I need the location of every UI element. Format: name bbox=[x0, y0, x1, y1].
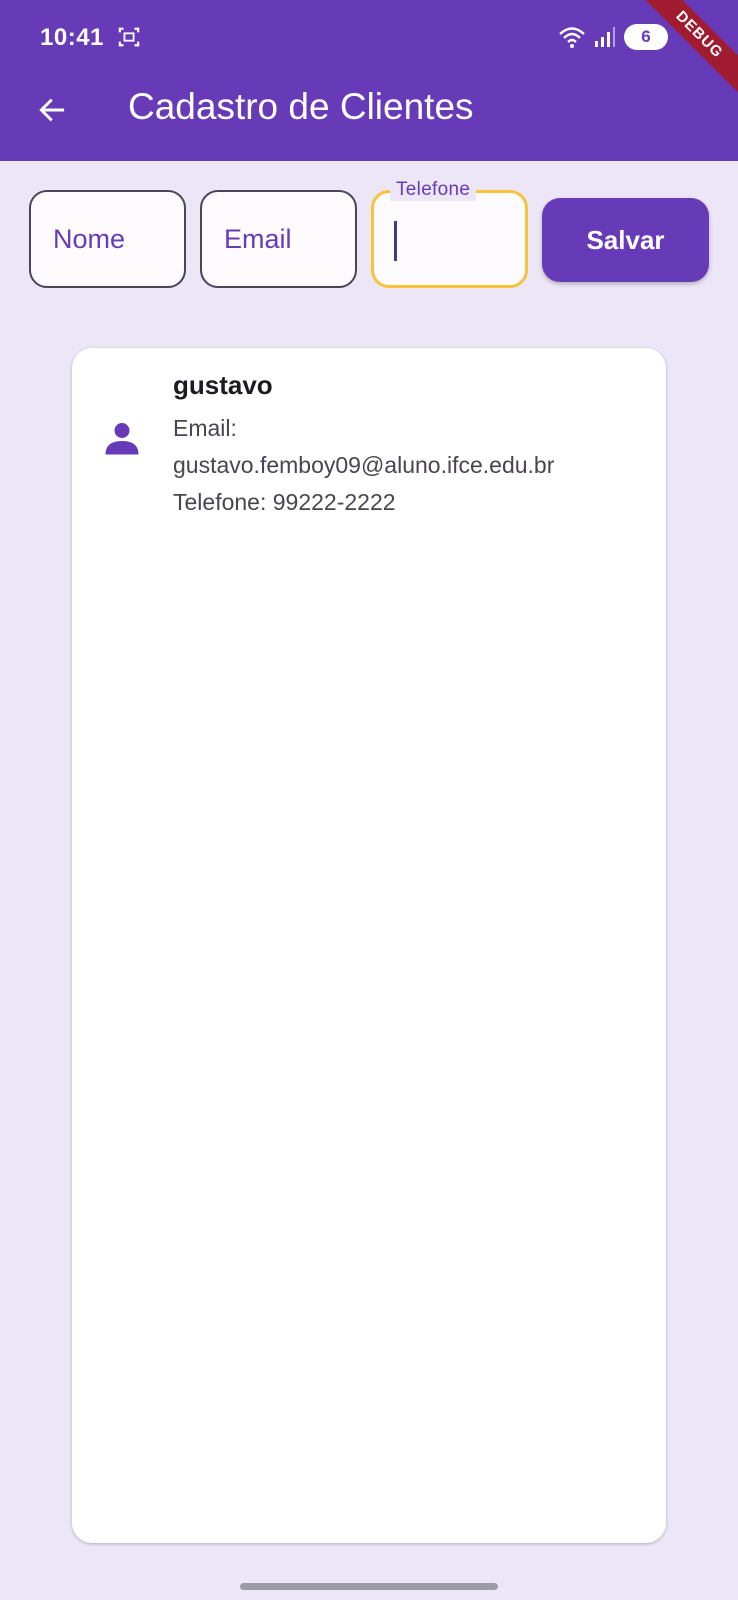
screenshot-icon bbox=[118, 27, 140, 47]
person-icon bbox=[105, 423, 139, 455]
nome-input[interactable]: Nome bbox=[29, 190, 186, 288]
home-indicator[interactable] bbox=[240, 1583, 498, 1590]
save-button[interactable]: Salvar bbox=[542, 198, 709, 282]
wifi-icon bbox=[559, 27, 585, 48]
battery-icon: 6 bbox=[624, 24, 668, 50]
email-input[interactable]: Email bbox=[200, 190, 357, 288]
app-bar: 10:41 6 DEBUG Cadastro de Clientes bbox=[0, 0, 738, 161]
debug-banner: DEBUG bbox=[629, 0, 738, 105]
signal-icon bbox=[595, 27, 615, 47]
battery-level: 6 bbox=[641, 27, 651, 46]
client-email: gustavo.femboy09@aluno.ifce.edu.br bbox=[173, 452, 555, 478]
status-icons: 6 bbox=[558, 24, 668, 50]
client-email-label: Email: bbox=[173, 415, 237, 441]
telefone-input[interactable]: Telefone bbox=[371, 179, 528, 288]
arrow-back-icon bbox=[39, 98, 65, 122]
back-button[interactable] bbox=[32, 90, 72, 130]
status-time: 10:41 bbox=[40, 24, 104, 51]
client-details: Email: gustavo.femboy09@aluno.ifce.edu.b… bbox=[173, 410, 653, 521]
client-name: gustavo bbox=[173, 370, 273, 400]
client-phone: Telefone: 99222-2222 bbox=[173, 489, 396, 515]
client-list-card: gustavo Email: gustavo.femboy09@aluno.if… bbox=[72, 348, 666, 1543]
text-caret bbox=[394, 221, 397, 261]
page-title: Cadastro de Clientes bbox=[128, 86, 474, 127]
email-placeholder: Email bbox=[224, 224, 292, 254]
telefone-label: Telefone bbox=[390, 179, 477, 201]
nome-placeholder: Nome bbox=[53, 224, 126, 254]
